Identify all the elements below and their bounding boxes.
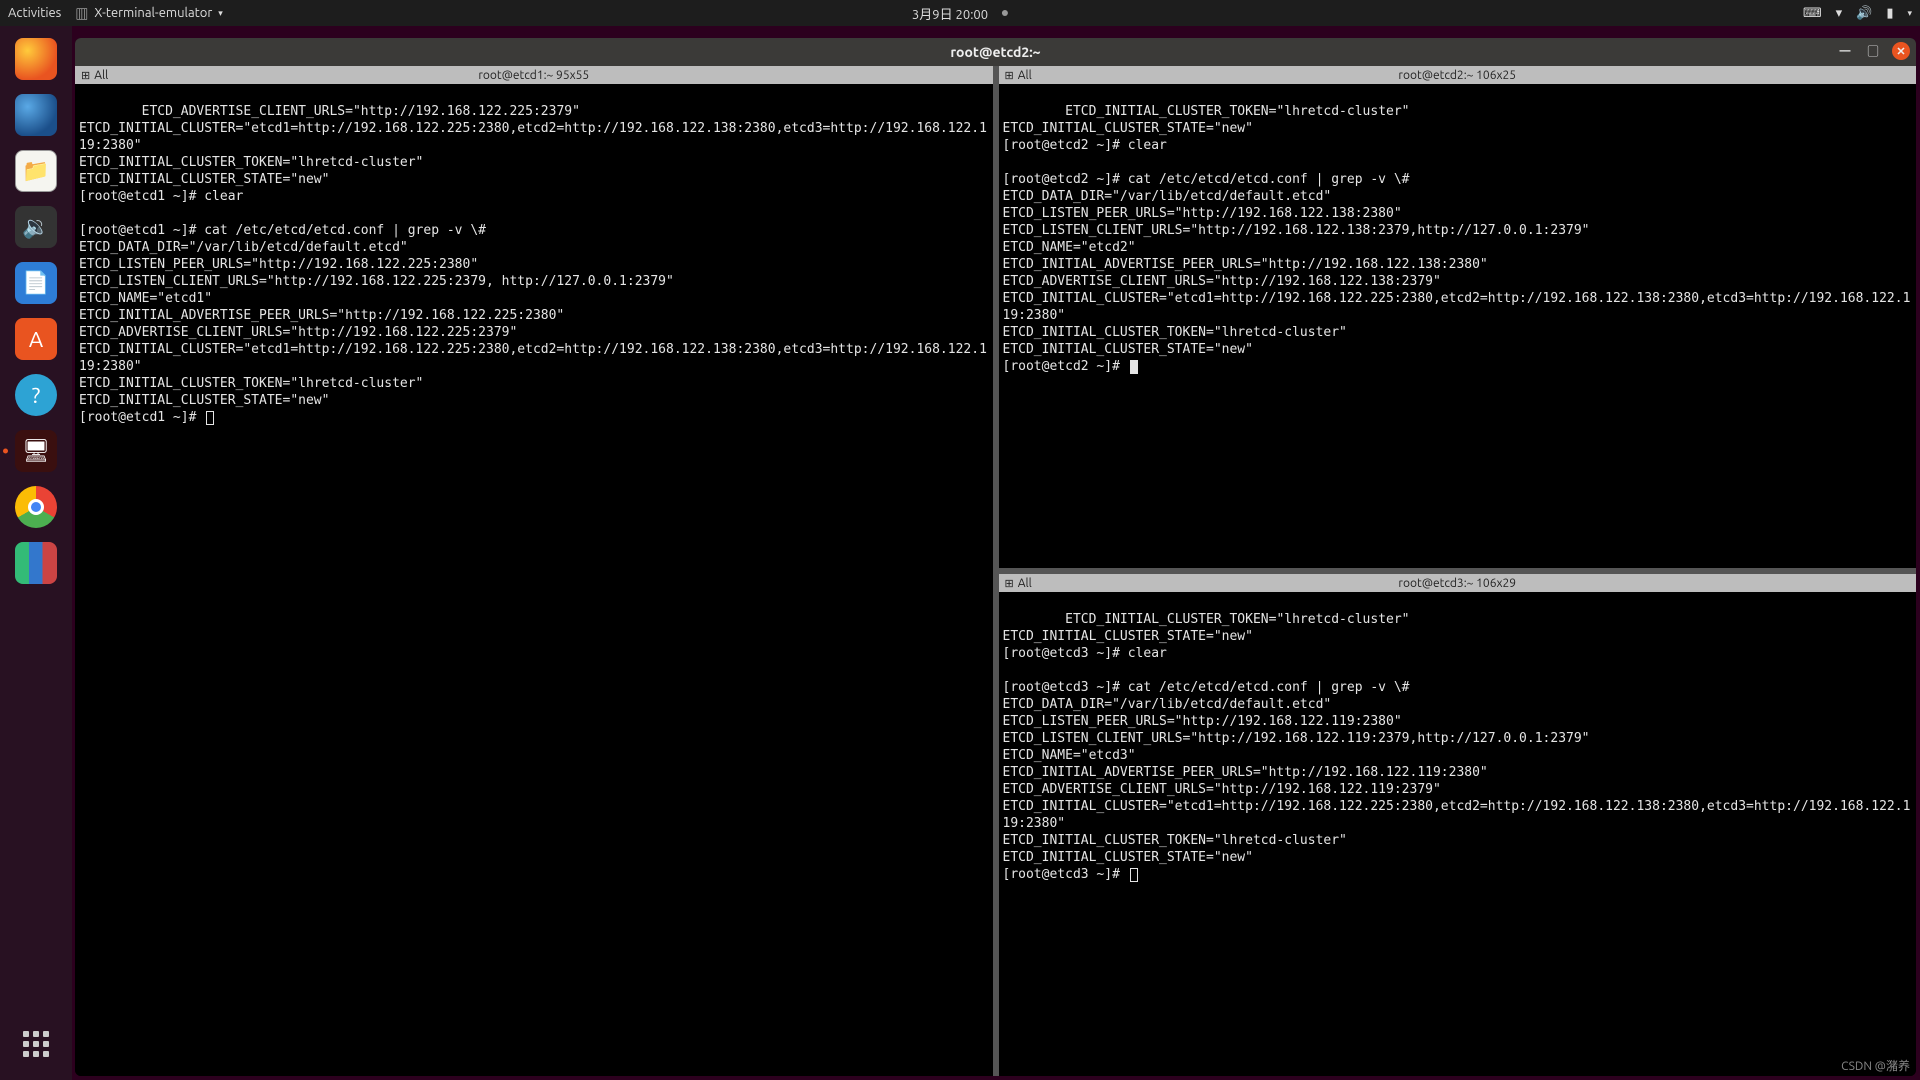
dock-writer[interactable]: 📄: [11, 258, 61, 308]
broadcast-group-icon: ⊞: [1005, 577, 1014, 590]
broadcast-group-icon: ⊞: [81, 69, 90, 82]
pane-size-label: root@etcd3:~ 106x29: [1398, 577, 1516, 590]
terminal-etcd2[interactable]: ETCD_INITIAL_CLUSTER_TOKEN="lhretcd-clus…: [999, 84, 1917, 568]
writer-icon: 📄: [15, 262, 57, 304]
chrome-icon: [15, 486, 57, 528]
system-menu-chevron-icon[interactable]: ▾: [1907, 8, 1912, 19]
terminal-output: ETCD_INITIAL_CLUSTER_TOKEN="lhretcd-clus…: [1003, 612, 1911, 882]
terminal-output: ETCD_ADVERTISE_CLIENT_URLS="http://192.1…: [79, 104, 987, 425]
terminal-app-icon: ▥: [75, 4, 88, 23]
maximize-button[interactable]: ▢: [1864, 42, 1882, 60]
dock-firefox[interactable]: [11, 34, 61, 84]
pane-tag: All: [1018, 577, 1032, 590]
terminator-window: root@etcd2:~ — ▢ ✕ ⊞ All root@etcd1:~ 95…: [75, 38, 1916, 1076]
files-icon: 📁: [15, 150, 57, 192]
dock-help[interactable]: ?: [11, 370, 61, 420]
pane-tag: All: [1018, 69, 1032, 82]
dock-files[interactable]: 📁: [11, 146, 61, 196]
firefox-icon: [15, 38, 57, 80]
help-icon: ?: [15, 374, 57, 416]
pane-header-etcd3[interactable]: ⊞ All root@etcd3:~ 106x29: [999, 574, 1917, 592]
dock-vmm[interactable]: [11, 538, 61, 588]
gnome-topbar: Activities ▥ X-terminal-emulator ▾ 3月9日 …: [0, 0, 1920, 26]
pane-size-label: root@etcd2:~ 106x25: [1398, 69, 1516, 82]
keyboard-layout-icon[interactable]: ⌨: [1803, 6, 1822, 21]
dock-terminator[interactable]: 🖥: [11, 426, 61, 476]
terminator-panes: ⊞ All root@etcd1:~ 95x55 ETCD_ADVERTISE_…: [75, 66, 1916, 1076]
window-titlebar[interactable]: root@etcd2:~ — ▢ ✕: [75, 38, 1916, 66]
dock-chrome[interactable]: [11, 482, 61, 532]
close-button[interactable]: ✕: [1892, 42, 1910, 60]
watermark: CSDN @潴养: [1841, 1057, 1910, 1074]
cursor-icon: [1130, 360, 1138, 374]
clock-label: 3月9日 20:00: [912, 4, 988, 23]
thunderbird-icon: [15, 94, 57, 136]
rhythmbox-icon: 🔉: [15, 206, 57, 248]
app-menu-label: X-terminal-emulator: [94, 6, 212, 20]
dock-thunderbird[interactable]: [11, 90, 61, 140]
cursor-icon: [1130, 868, 1138, 882]
show-applications-button[interactable]: [16, 1024, 56, 1064]
window-title: root@etcd2:~: [950, 44, 1040, 60]
activities-button[interactable]: Activities: [8, 6, 61, 20]
network-icon[interactable]: ▾: [1836, 6, 1843, 21]
broadcast-group-icon: ⊞: [1005, 69, 1014, 82]
dock-rhythmbox[interactable]: 🔉: [11, 202, 61, 252]
pane-etcd1: ⊞ All root@etcd1:~ 95x55 ETCD_ADVERTISE_…: [75, 66, 993, 1076]
pane-header-etcd2[interactable]: ⊞ All root@etcd2:~ 106x25: [999, 66, 1917, 84]
volume-icon[interactable]: 🔊: [1856, 6, 1872, 21]
cursor-icon: [206, 411, 214, 425]
software-icon: A: [15, 318, 57, 360]
app-menu[interactable]: ▥ X-terminal-emulator ▾: [75, 4, 222, 23]
pane-etcd3: ⊞ All root@etcd3:~ 106x29 ETCD_INITIAL_C…: [999, 574, 1917, 1076]
pane-header-etcd1[interactable]: ⊞ All root@etcd1:~ 95x55: [75, 66, 993, 84]
battery-icon[interactable]: ▮: [1886, 6, 1893, 21]
dock-software[interactable]: A: [11, 314, 61, 364]
clock[interactable]: 3月9日 20:00: [912, 4, 1008, 23]
pane-size-label: root@etcd1:~ 95x55: [478, 69, 589, 82]
chevron-down-icon: ▾: [218, 8, 223, 19]
dock: 📁 🔉 📄 A ? 🖥: [0, 26, 72, 1080]
terminal-output: ETCD_INITIAL_CLUSTER_TOKEN="lhretcd-clus…: [1003, 104, 1911, 374]
minimize-button[interactable]: —: [1836, 42, 1854, 60]
terminator-icon: 🖥: [15, 430, 57, 472]
terminal-etcd3[interactable]: ETCD_INITIAL_CLUSTER_TOKEN="lhretcd-clus…: [999, 592, 1917, 1076]
pane-tag: All: [94, 69, 108, 82]
terminal-etcd1[interactable]: ETCD_ADVERTISE_CLIENT_URLS="http://192.1…: [75, 84, 993, 1076]
pane-etcd2: ⊞ All root@etcd2:~ 106x25 ETCD_INITIAL_C…: [999, 66, 1917, 568]
vmm-icon: [15, 542, 57, 584]
notification-dot-icon: [1002, 10, 1008, 16]
